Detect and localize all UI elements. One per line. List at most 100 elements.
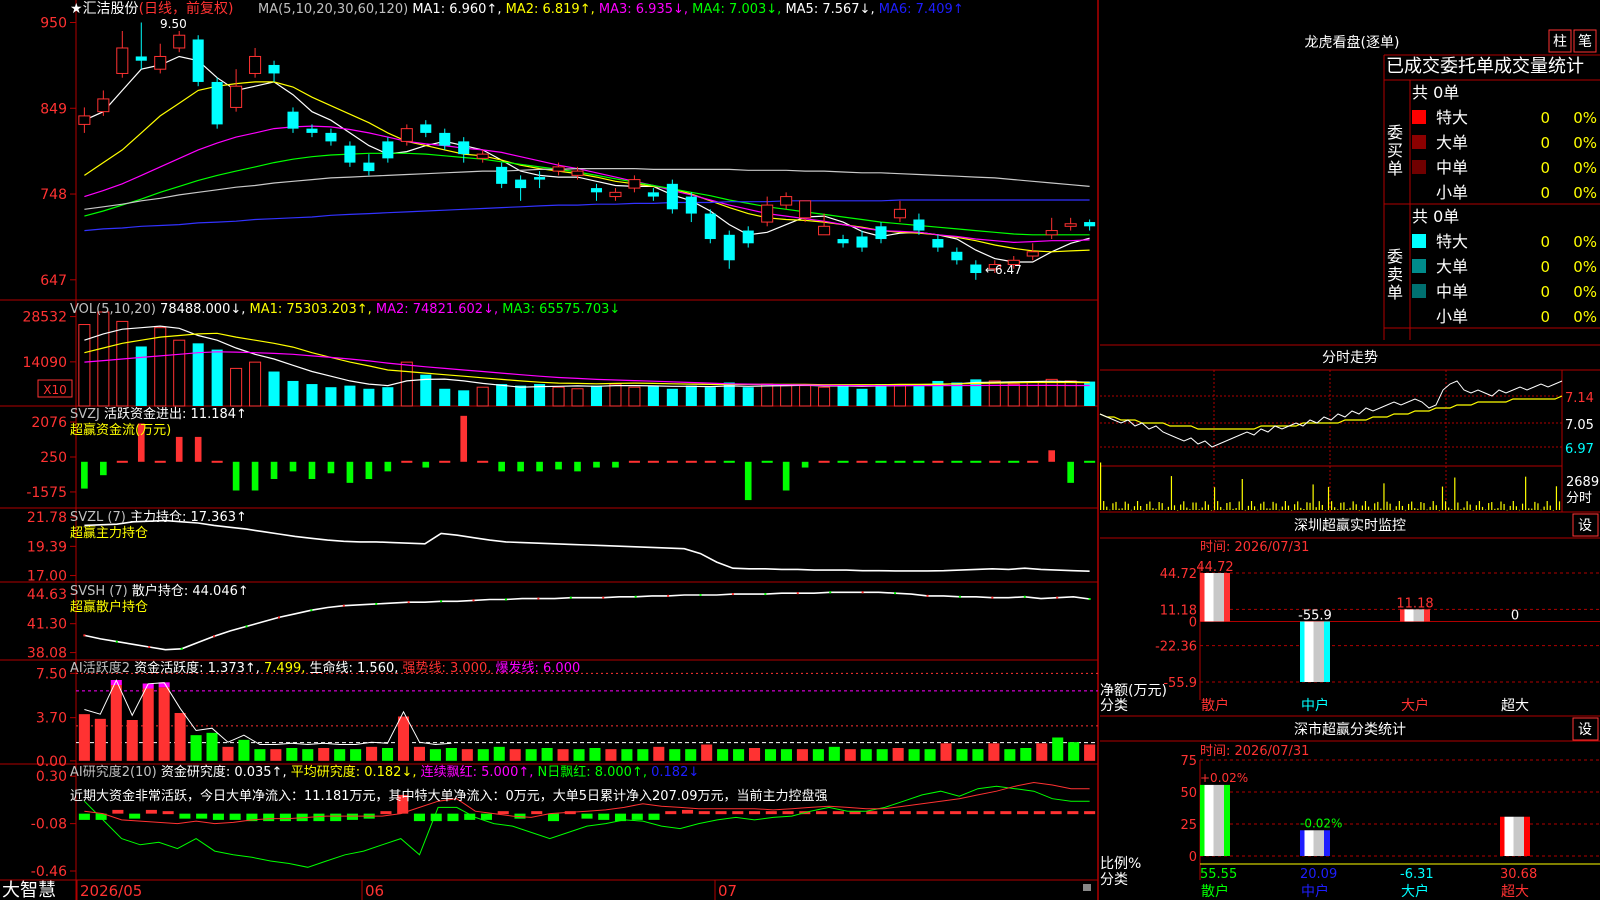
candle-body xyxy=(666,183,678,210)
price-y-tick: 647 xyxy=(40,273,67,289)
svzl-legend-sub: 超赢主力持仓 xyxy=(70,525,148,541)
candle xyxy=(780,192,793,210)
candle-body xyxy=(476,153,489,159)
intraday-vol-bar xyxy=(1417,508,1419,510)
intraday-vol-bar xyxy=(1149,501,1151,510)
svsh-dot xyxy=(213,635,216,638)
svzj-legend-prefix: SVZJ xyxy=(70,407,104,422)
intraday-vol-bar xyxy=(1170,476,1173,510)
svsh-legend-item: 散户持仓: 44.046↑ xyxy=(132,583,249,599)
candle-body xyxy=(951,251,963,261)
svsh-dot xyxy=(148,646,151,649)
intraday-vol-bar xyxy=(1266,508,1268,510)
intraday-vol-bar xyxy=(1207,504,1209,510)
price-ma5-line xyxy=(84,168,1090,210)
ai-activity-bar xyxy=(605,749,617,761)
intraday-vol-bar xyxy=(1124,501,1126,510)
volume-bar xyxy=(818,386,831,407)
svsh-dot xyxy=(375,602,378,605)
dragon-tiger-title: 龙虎看盘(逐单) xyxy=(1305,34,1400,51)
buy-side-label: 委 xyxy=(1387,123,1403,142)
ai-research-bar xyxy=(1017,811,1029,815)
ai-activity-bar xyxy=(429,749,441,761)
svzj-bar xyxy=(460,415,468,462)
svzj-bar xyxy=(439,460,451,463)
ai-research-bar xyxy=(430,813,442,822)
svzj-bar xyxy=(384,461,392,472)
svzj-bar xyxy=(913,460,925,463)
price-legend-item: MA2: 6.819↑, xyxy=(506,2,599,17)
buy-row-pct: 0% xyxy=(1573,159,1597,177)
intraday-vol-bar xyxy=(1331,501,1333,510)
class-bar xyxy=(1513,816,1524,856)
svzl-line xyxy=(84,519,1090,572)
candle-body xyxy=(420,124,432,133)
svsh-dot xyxy=(83,634,86,637)
intraday-vol-bar xyxy=(1306,502,1308,510)
volume-bar xyxy=(1007,383,1020,407)
intraday-vol-bar xyxy=(1115,501,1117,510)
intraday-vol-bar xyxy=(1278,509,1280,511)
ai-activity-bar xyxy=(1084,744,1096,761)
volume-bar xyxy=(647,385,659,406)
price-y-tick: 849 xyxy=(40,101,67,117)
svsh-dot xyxy=(569,596,572,599)
svzl-legend-prefix: SVZL (7) xyxy=(70,510,130,525)
candle-body xyxy=(856,236,868,248)
ai-activity-bar xyxy=(924,749,936,761)
intraday-vol-bar xyxy=(1549,505,1551,510)
candle xyxy=(116,30,129,78)
svzj-bar xyxy=(498,461,505,472)
ai-research-bar xyxy=(229,813,241,820)
ai-activity-bar xyxy=(413,746,425,761)
candle-body xyxy=(515,179,527,189)
price-legend: MA(5,10,20,30,60,120) MA1: 6.960↑, MA2: … xyxy=(258,2,964,17)
szse-class-title: 深市超赢分类统计 xyxy=(1294,721,1406,738)
stock-star: ★ xyxy=(70,1,83,17)
candle xyxy=(875,222,887,244)
svsh-legend-prefix: SVSH (7) xyxy=(70,584,132,599)
ai-activity-bar xyxy=(573,749,585,761)
svzj-bar xyxy=(154,460,166,463)
ai-research-bar xyxy=(480,813,493,820)
ai-research-bar xyxy=(598,813,610,820)
candle-body xyxy=(1026,251,1039,257)
volume-legend-item: MA3: 65575.703↓ xyxy=(502,302,620,317)
intraday-vol-bar xyxy=(1177,509,1179,511)
svzj-bar xyxy=(1067,461,1074,483)
intraday-vol-bar xyxy=(1500,501,1502,510)
intraday-vol-bar xyxy=(1312,484,1314,510)
class-bar xyxy=(1500,816,1505,856)
candle xyxy=(856,230,868,252)
class-top-label: +0.02% xyxy=(1200,771,1248,785)
buy-row-pct: 0% xyxy=(1573,109,1597,127)
volume-bar xyxy=(382,387,394,406)
volume-bar xyxy=(211,349,223,406)
svzj-bar xyxy=(1027,460,1039,463)
ai-activity-bar xyxy=(828,746,840,761)
price-legend-item: MA3: 6.935↓, xyxy=(599,2,692,17)
ai-research-bar xyxy=(145,809,157,814)
intraday-vol-bar xyxy=(1509,505,1511,510)
ai-research-bar xyxy=(1050,811,1062,815)
volume-bar xyxy=(913,384,925,406)
intraday-vol-bar xyxy=(1201,507,1203,510)
intraday-vol-bar xyxy=(1543,506,1545,510)
volume-bar xyxy=(458,390,470,406)
intraday-vol-bar xyxy=(1429,506,1431,510)
intraday-vol-bar xyxy=(1192,502,1194,510)
ai-activity-bar xyxy=(557,749,569,761)
class-bar xyxy=(1304,830,1314,856)
class-category: 中户 xyxy=(1301,883,1329,900)
ai-research-bar xyxy=(765,811,777,815)
ai-activity-bar xyxy=(908,749,920,761)
candle xyxy=(723,230,735,269)
candle-body xyxy=(192,39,204,82)
dragon-tiger-header: 已成交委托单成交量统计 xyxy=(1386,56,1584,77)
svzj-bar xyxy=(536,461,543,472)
ai-activity-bar xyxy=(1068,742,1080,761)
intraday-vol-bar xyxy=(1247,505,1250,510)
volume-bar xyxy=(685,385,697,406)
intraday-vol-bar xyxy=(1173,505,1176,510)
candle xyxy=(609,188,622,201)
